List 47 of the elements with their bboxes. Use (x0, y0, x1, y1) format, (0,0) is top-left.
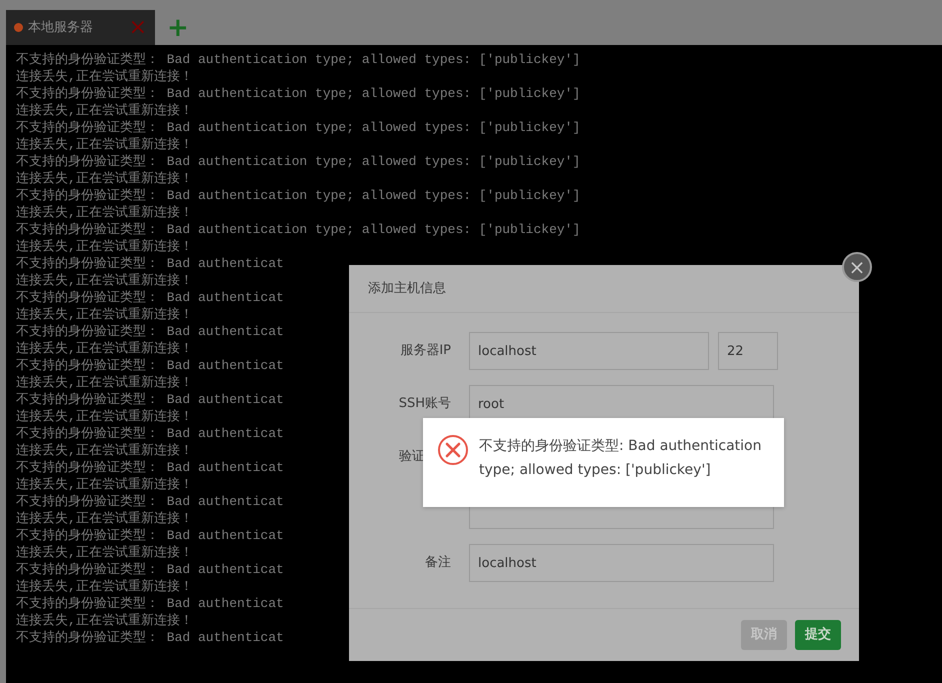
field-label: SSH账号 (398, 396, 451, 412)
toast-message: 不支持的身份验证类型: Bad authentication type; allowed types: ['publickey'] (479, 437, 762, 480)
terminal-line: 不支持的身份验证类型： Bad authenticat (16, 323, 284, 340)
port-field[interactable]: 22 (718, 332, 778, 370)
input-field[interactable]: localhost (469, 332, 709, 370)
terminal-line: 不支持的身份验证类型： Bad authenticat (16, 595, 284, 612)
terminal-line: 不支持的身份验证类型： Bad authentication type; allowed types: ['publickey'] (16, 187, 580, 204)
input-field[interactable]: localhost (469, 544, 774, 582)
terminal-line: 不支持的身份验证类型： Bad authenticat (16, 629, 284, 646)
terminal-line: 连接丢失,正在尝试重新连接！ (16, 170, 193, 187)
submit-button[interactable]: 提交 (795, 620, 841, 650)
terminal-line: 不支持的身份验证类型： Bad authentication type; allowed types: ['publickey'] (16, 221, 580, 238)
terminal-line: 连接丢失,正在尝试重新连接！ (16, 238, 193, 255)
terminal-line: 不支持的身份验证类型： Bad authenticat (16, 425, 284, 442)
error-icon (437, 434, 469, 466)
terminal-line: 不支持的身份验证类型： Bad authenticat (16, 527, 284, 544)
terminal-line: 不支持的身份验证类型： Bad authenticat (16, 391, 284, 408)
terminal-line: 连接丢失,正在尝试重新连接！ (16, 102, 193, 119)
terminal-line: 连接丢失,正在尝试重新连接！ (16, 306, 193, 323)
terminal-line: 不支持的身份验证类型： Bad authenticat (16, 459, 284, 476)
terminal-line: 连接丢失,正在尝试重新连接！ (16, 68, 193, 85)
terminal-line: 连接丢失,正在尝试重新连接！ (16, 476, 193, 493)
dialog-title: 添加主机信息 (368, 280, 446, 298)
terminal-line: 连接丢失,正在尝试重新连接！ (16, 136, 193, 153)
terminal-line: 连接丢失,正在尝试重新连接！ (16, 272, 193, 289)
terminal-line: 不支持的身份验证类型： Bad authentication type; allowed types: ['publickey'] (16, 119, 580, 136)
terminal-line: 不支持的身份验证类型： Bad authentication type; allowed types: ['publickey'] (16, 85, 580, 102)
terminal-line: 不支持的身份验证类型： Bad authenticat (16, 561, 284, 578)
terminal-line: 不支持的身份验证类型： Bad authenticat (16, 289, 284, 306)
terminal-line: 连接丢失,正在尝试重新连接！ (16, 204, 193, 221)
terminal-line: 连接丢失,正在尝试重新连接！ (16, 340, 193, 357)
terminal-line: 不支持的身份验证类型： Bad authenticat (16, 357, 284, 374)
terminal-line: 不支持的身份验证类型： Bad authentication type; allowed types: ['publickey'] (16, 51, 580, 68)
terminal-line: 不支持的身份验证类型： Bad authentication type; allowed types: ['publickey'] (16, 153, 580, 170)
terminal-line: 连接丢失,正在尝试重新连接！ (16, 374, 193, 391)
terminal-line: 连接丢失,正在尝试重新连接！ (16, 578, 193, 595)
field-label: 服务器IP (400, 343, 451, 358)
terminal-line: 连接丢失,正在尝试重新连接！ (16, 544, 193, 561)
terminal-line: 连接丢失,正在尝试重新连接！ (16, 612, 193, 629)
tab-label: 本地服务器 (28, 18, 93, 37)
terminal-line: 连接丢失,正在尝试重新连接！ (16, 510, 193, 527)
terminal-line: 连接丢失,正在尝试重新连接！ (16, 442, 193, 459)
terminal-line: 连接丢失,正在尝试重新连接！ (16, 408, 193, 425)
tab[interactable]: 本地服务器 × (6, 10, 155, 45)
terminal-line: 不支持的身份验证类型： Bad authenticat (16, 255, 284, 272)
terminal-line: 不支持的身份验证类型： Bad authenticat (16, 493, 284, 510)
field-label: 备注 (425, 555, 451, 570)
